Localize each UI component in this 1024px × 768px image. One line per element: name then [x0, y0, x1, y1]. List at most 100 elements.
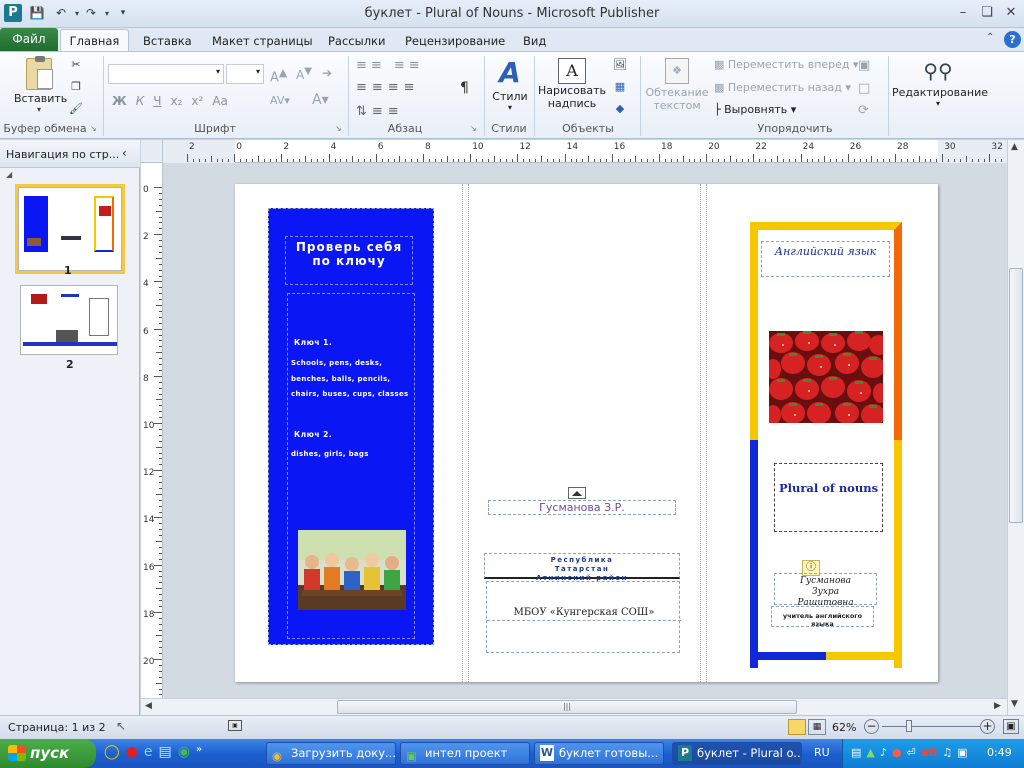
align-buttons[interactable]: ≡≡≡≡: [356, 80, 420, 95]
close-button[interactable]: ✕: [1000, 4, 1022, 22]
page-count-status[interactable]: Страница: 1 из 2: [8, 721, 106, 734]
dialog-launcher-icon[interactable]: ↘: [470, 124, 477, 133]
strawberries-photo[interactable]: [769, 331, 883, 423]
taskbar-button-folder[interactable]: ▣ интел проект: [400, 742, 530, 765]
styles-button[interactable]: A Стили ▾: [490, 56, 530, 112]
sound-icon[interactable]: ♪: [880, 746, 887, 759]
monitor-icon[interactable]: ▣: [957, 746, 967, 759]
single-page-view-icon[interactable]: [788, 719, 806, 735]
align-button[interactable]: ├ Выровнять ▾: [714, 103, 796, 116]
tab-insert[interactable]: Вставка: [131, 31, 204, 52]
taskbar-button-chrome[interactable]: ◉ Загрузить доку...: [266, 742, 396, 765]
rotate-icon[interactable]: ⟳: [858, 103, 869, 118]
bold-button[interactable]: Ж: [112, 94, 127, 108]
vertical-scroll-thumb[interactable]: [1009, 268, 1023, 523]
paste-button[interactable]: Вставить ▾: [14, 56, 67, 116]
minimize-ribbon-icon[interactable]: ⌃: [986, 32, 994, 43]
tab-file[interactable]: Файл: [0, 28, 58, 51]
subscript-button[interactable]: x₂: [170, 94, 182, 108]
volume-icon[interactable]: ♫: [942, 746, 952, 759]
page-thumbnail-1[interactable]: [15, 184, 125, 274]
key-panel[interactable]: Проверь себя по ключу Ключ 1. Schools, p…: [268, 208, 434, 645]
clear-format-icon[interactable]: ➔: [322, 66, 332, 80]
send-backward-button[interactable]: ▩ Переместить назад ▾: [714, 81, 851, 94]
region-textbox[interactable]: Республика Татарстан Атнинский район: [484, 553, 680, 582]
ungroup-icon[interactable]: □: [858, 81, 870, 96]
tab-mailings[interactable]: Рассылки: [316, 31, 397, 52]
vertical-ruler[interactable]: 0 2 4 6 8 10 12 14 16 18 20: [141, 163, 163, 702]
key-text-box[interactable]: Ключ 1. Schools, pens, desks, benches, b…: [287, 293, 415, 639]
wrap-text-button[interactable]: ❖ Обтекание текстом: [644, 56, 710, 112]
taskbar-button-word[interactable]: Wбуклет готовы...: [534, 742, 664, 765]
copy-icon[interactable]: ❐: [68, 80, 84, 93]
table-icon[interactable]: ▦: [612, 80, 628, 93]
children-photo[interactable]: [298, 530, 406, 610]
format-painter-icon[interactable]: 🖌: [68, 102, 84, 115]
key-heading-box[interactable]: Проверь себя по ключу: [285, 236, 413, 285]
change-case-button[interactable]: Aa: [212, 94, 228, 108]
editing-button[interactable]: ⚲⚲ Редактирование ▾: [892, 56, 988, 108]
horizontal-scroll-thumb[interactable]: |||: [337, 700, 797, 714]
spacing-buttons[interactable]: ⇅≡≡: [356, 104, 404, 119]
author-info-textbox[interactable]: Гусманова Зухра Рашитовна: [774, 573, 877, 608]
font-name-combo[interactable]: ▾: [108, 64, 224, 84]
italic-button[interactable]: К: [136, 94, 145, 108]
vertical-scrollbar[interactable]: ▲ ▼: [1007, 140, 1024, 715]
cover-frame[interactable]: Английский язык Plural of nouns ⓘ Гусман…: [750, 222, 902, 668]
connect-textbox-icon[interactable]: [568, 487, 586, 499]
shrink-font-icon[interactable]: A▼: [296, 66, 312, 82]
start-button[interactable]: пуск: [0, 739, 96, 768]
character-spacing-icon[interactable]: AV▾: [270, 94, 290, 107]
pilcrow-icon[interactable]: ¶: [460, 80, 469, 96]
scroll-left-icon[interactable]: ◀: [145, 701, 152, 711]
network-icon[interactable]: ▤: [851, 746, 861, 759]
document-workspace[interactable]: Проверь себя по ключу Ключ 1. Schools, p…: [163, 163, 1007, 698]
ati-icon[interactable]: ati: [921, 746, 937, 759]
publication-page[interactable]: Проверь себя по ключу Ключ 1. Schools, p…: [235, 184, 938, 682]
shield-icon[interactable]: ▲: [866, 746, 874, 759]
group-icon[interactable]: ▣: [858, 58, 870, 73]
language-indicator[interactable]: RU: [814, 746, 830, 759]
restore-button[interactable]: ❏: [976, 4, 998, 22]
chrome-icon[interactable]: ◉: [178, 744, 190, 760]
clock[interactable]: 0:49: [987, 746, 1012, 759]
picture-icon[interactable]: 🖼: [612, 58, 628, 71]
antivirus-icon[interactable]: ●: [892, 746, 902, 759]
tab-review[interactable]: Рецензирование: [393, 31, 517, 52]
scroll-right-icon[interactable]: ▶: [994, 701, 1001, 711]
school-textbox[interactable]: МБОУ «Кунгерская СОШ»: [486, 581, 681, 653]
dialog-launcher-icon[interactable]: ↘: [90, 124, 97, 133]
ruler-corner[interactable]: [141, 140, 163, 163]
superscript-button[interactable]: x²: [191, 94, 203, 108]
cut-icon[interactable]: ✂: [68, 58, 84, 71]
desktop-icon[interactable]: ▤: [159, 744, 172, 760]
zoom-in-icon[interactable]: +: [980, 719, 995, 734]
media-player-icon[interactable]: ◯: [104, 744, 120, 760]
page-thumbnail-2[interactable]: [20, 285, 118, 355]
tab-page-design[interactable]: Макет страницы: [200, 31, 325, 52]
grow-font-icon[interactable]: A▲: [270, 66, 287, 85]
draw-textbox-button[interactable]: A Нарисовать надпись: [538, 56, 606, 110]
zoom-slider-track[interactable]: [882, 726, 980, 727]
taskbar-button-publisher[interactable]: Pбуклет - Plural o...: [672, 742, 802, 765]
collapse-pane-icon[interactable]: ‹: [122, 146, 127, 160]
scroll-down-icon[interactable]: ▼: [1011, 699, 1018, 709]
ie-icon[interactable]: e: [144, 744, 153, 760]
author-role-textbox[interactable]: учитель английского языка: [771, 606, 874, 628]
underline-button[interactable]: Ч: [153, 94, 161, 108]
font-color-icon[interactable]: A▾: [312, 92, 329, 108]
opera-icon[interactable]: ●: [126, 744, 138, 760]
two-page-view-icon[interactable]: ▦: [808, 719, 826, 735]
help-icon[interactable]: ?: [1004, 31, 1021, 48]
dialog-launcher-icon[interactable]: ↘: [335, 124, 342, 133]
subject-textbox[interactable]: Английский язык: [761, 241, 890, 277]
tab-home-active[interactable]: Главная: [60, 29, 129, 52]
title-textbox[interactable]: Plural of nouns: [774, 463, 883, 532]
shapes-icon[interactable]: ◆: [612, 102, 628, 115]
list-buttons[interactable]: ≡≡ ≡≡: [356, 58, 424, 73]
zoom-out-icon[interactable]: −: [864, 719, 879, 734]
zoom-level[interactable]: 62%: [832, 721, 856, 734]
expand-icon[interactable]: »: [196, 744, 202, 760]
section-expand-icon[interactable]: ◢: [6, 170, 12, 179]
horizontal-scrollbar[interactable]: ◀ ||| ▶: [141, 698, 1007, 715]
